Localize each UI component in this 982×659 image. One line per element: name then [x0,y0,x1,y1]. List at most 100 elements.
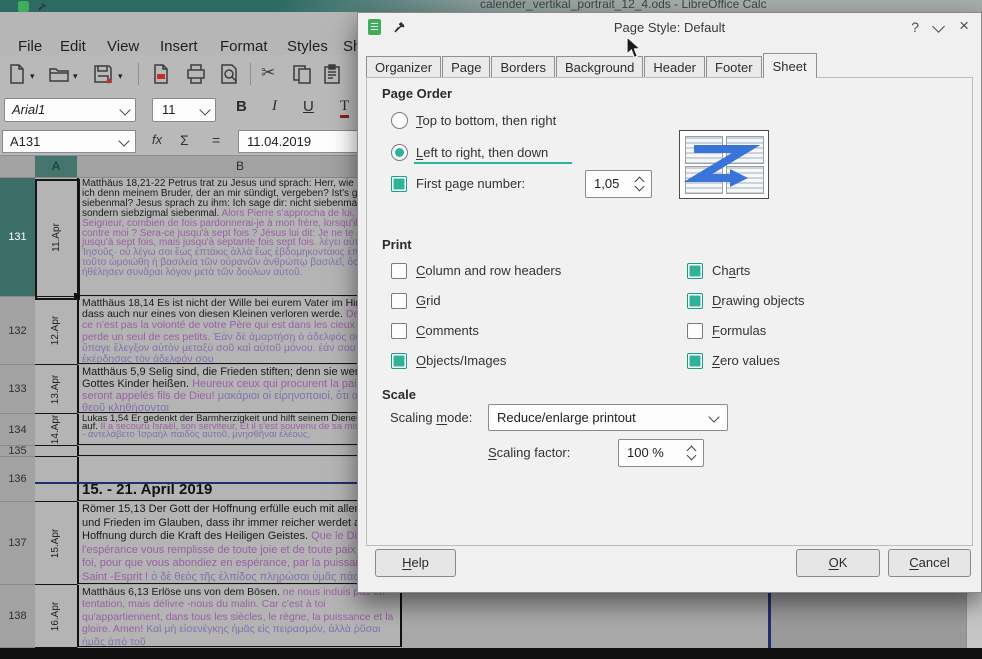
tab-header[interactable]: Header [644,56,705,78]
menu-file[interactable]: File [18,38,42,55]
spin-down-icon[interactable] [635,182,645,192]
row-header-133[interactable]: 133 [0,365,36,414]
cell-b132[interactable]: Matthäus 18,14 Es ist nicht der Wille be… [77,297,402,364]
name-box[interactable]: A131 [2,130,136,153]
font-name-combo[interactable]: Arial1 [4,98,136,122]
cell-b137[interactable]: Römer 15,13 Der Gott der Hoffnung erfüll… [77,502,402,584]
column-row-headers-checkbox[interactable] [391,263,407,279]
corner-header[interactable] [0,156,36,178]
grid-checkbox[interactable] [391,293,407,309]
scaling-factor-spinbox[interactable]: 100 % [618,439,704,467]
cut-icon[interactable]: ✂ [261,63,283,85]
tab-background[interactable]: Background [556,56,643,78]
cell-b133[interactable]: Matthäus 5,9 Selig sind, die Frieden sti… [77,365,402,413]
sum-icon[interactable]: Σ [180,132,189,148]
tab-footer[interactable]: Footer [706,56,762,78]
row-header-131[interactable]: 131 [0,178,36,297]
print-icon[interactable] [185,63,207,85]
cell-a135[interactable] [35,446,78,457]
export-pdf-icon[interactable] [150,63,172,85]
new-document-dropdown-caret[interactable]: ▾ [30,71,35,82]
radio-left-to-right[interactable] [391,144,408,161]
help-button[interactable]: Help [375,549,456,577]
cell-b136[interactable]: 15. - 21. April 2019 [77,457,402,501]
comments-label[interactable]: Comments [416,323,479,338]
scaling-mode-dropdown[interactable]: Reduce/enlarge printout [488,404,728,431]
row-header-137[interactable]: 137 [0,502,36,585]
cell-a134[interactable]: 14.Apr [35,414,78,446]
menu-view[interactable]: View [107,38,139,55]
print-preview-icon[interactable] [218,63,240,85]
cell-b135[interactable] [77,446,402,456]
radio-top-to-bottom[interactable] [391,112,408,129]
column-row-headers-label[interactable]: Column and row headers [416,263,561,278]
menu-edit[interactable]: Edit [60,38,86,55]
menu-styles[interactable]: Styles [287,38,328,55]
zero-values-checkbox[interactable] [687,353,703,369]
equals-icon[interactable]: = [212,132,220,148]
row-header-135[interactable]: 135 [0,446,36,457]
column-header-b[interactable]: B [77,156,404,178]
copy-icon[interactable] [291,63,313,85]
tab-organizer[interactable]: Organizer [366,56,441,78]
objects-images-label[interactable]: Objects/Images [416,353,506,368]
drawing-objects-label[interactable]: Drawing objects [712,293,805,308]
save-dropdown-caret[interactable]: ▾ [118,71,123,82]
first-page-number-checkbox[interactable] [391,176,407,192]
objects-images-checkbox[interactable] [391,353,407,369]
row-header-136[interactable]: 136 [0,457,36,502]
cell-a137[interactable]: 15.Apr [35,502,78,585]
radio-left-to-right-label[interactable]: Left to right, then down [416,145,548,160]
cell-a133[interactable]: 13.Apr [35,365,78,414]
comments-checkbox[interactable] [391,323,407,339]
cell-a132[interactable]: 12.Apr [35,297,78,365]
help-icon[interactable]: ? [911,19,919,35]
cancel-button[interactable]: Cancel [888,549,971,577]
radio-top-to-bottom-label[interactable]: Top to bottom, then right [416,113,556,128]
selection-fill-handle[interactable] [74,293,79,298]
tab-borders[interactable]: Borders [491,56,555,78]
charts-label[interactable]: Charts [712,263,750,278]
open-icon[interactable] [48,63,70,85]
dialog-titlebar[interactable]: Page Style: Default ? × [358,13,981,43]
formulas-label[interactable]: Formulas [712,323,766,338]
paste-icon[interactable] [321,63,343,85]
first-page-number-label[interactable]: First page number: [416,176,525,191]
save-icon[interactable] [92,63,114,85]
tab-page[interactable]: Page [442,56,490,78]
open-dropdown-caret[interactable]: ▾ [73,71,78,82]
row-header-138[interactable]: 138 [0,585,36,648]
bold-button[interactable]: B [236,98,247,115]
menu-format[interactable]: Format [220,38,268,55]
function-wizard-icon[interactable]: fx [152,132,162,147]
zero-values-label[interactable]: Zero values [712,353,780,368]
menu-insert[interactable]: Insert [160,38,198,55]
focus-underline [414,162,572,164]
underline-button[interactable]: U [303,98,314,115]
cell-a136[interactable] [35,457,78,502]
drawing-objects-checkbox[interactable] [687,293,703,309]
font-color-button[interactable]: T [340,98,349,118]
cell-b131[interactable]: Matthäus 18,21-22 Petrus trat zu Jesus u… [77,178,402,296]
italic-button[interactable]: I [272,98,277,115]
taskbar[interactable] [0,648,982,659]
spin-down-icon[interactable] [687,451,697,461]
grid-label[interactable]: Grid [416,293,441,308]
ok-button[interactable]: OK [796,549,880,577]
row-header-132[interactable]: 132 [0,297,36,365]
cell-b134[interactable]: Lukas 1,54 Er gedenkt der Barmherzigkeit… [77,414,402,445]
cell-b138[interactable]: Matthäus 6,13 Erlöse uns von dem Bösen. … [77,585,402,647]
close-icon[interactable]: × [959,16,969,36]
tab-sheet[interactable]: Sheet [763,53,817,78]
font-size-combo[interactable]: 11 [152,98,216,122]
cell-a138[interactable]: 16.Apr [35,585,78,648]
window-titlebar[interactable]: calender_vertikal_portrait_12_4.ods - Li… [0,0,982,12]
vertical-scrollbar[interactable] [966,593,982,648]
first-page-number-spinbox[interactable]: 1,05 [585,170,652,198]
row-header-134[interactable]: 134 [0,414,36,446]
charts-checkbox[interactable] [687,263,703,279]
new-document-icon[interactable] [6,63,28,85]
formulas-checkbox[interactable] [687,323,703,339]
column-header-a[interactable]: A [35,156,78,178]
font-size-value: 11 [162,102,176,117]
